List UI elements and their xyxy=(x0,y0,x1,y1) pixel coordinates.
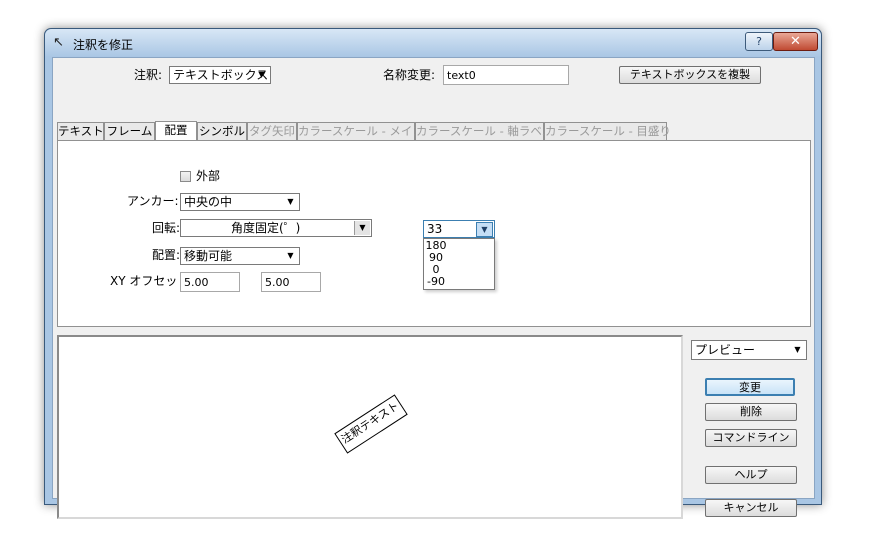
tab-text[interactable]: テキスト xyxy=(57,122,104,140)
rotation-angle-value: 33 xyxy=(427,222,443,236)
preview-mode-value: プレビュー xyxy=(695,343,756,357)
rotation-mode-select[interactable]: 角度固定(゜) ▼ xyxy=(180,219,372,237)
preview-annotation-textbox[interactable]: 注釈テキスト xyxy=(334,394,408,454)
tab-tag-arrow[interactable]: タグ矢印 xyxy=(247,122,297,140)
change-button[interactable]: 変更 xyxy=(705,378,795,396)
tab-placement[interactable]: 配置 xyxy=(155,121,197,141)
tab-colorscale-main[interactable]: カラースケール - メイン xyxy=(297,122,424,140)
tab-colorscale-axis-label[interactable]: カラースケール - 軸ラベル xyxy=(415,122,553,140)
y-offset-input[interactable]: 5.00 xyxy=(261,272,321,292)
placement-tab-panel: 外部 アンカー: 中央の中 ▼ 回転: 角度固定(゜) ▼ 33 ▼ 180 9… xyxy=(57,140,811,327)
anchor-select-value: 中央の中 xyxy=(184,195,233,209)
anchor-select[interactable]: 中央の中 ▼ xyxy=(180,193,300,211)
help-button[interactable]: ヘルプ xyxy=(705,466,797,484)
anchor-label: アンカー: xyxy=(127,194,179,208)
duplicate-textbox-button[interactable]: テキストボックスを複製 xyxy=(619,66,761,84)
chevron-down-icon: ▼ xyxy=(287,197,294,206)
preview-annotation-text: 注釈テキスト xyxy=(339,399,402,447)
chevron-down-icon: ▼ xyxy=(354,221,370,235)
position-label: 配置: xyxy=(152,248,181,262)
y-offset-value: 5.00 xyxy=(265,276,290,289)
help-title-button[interactable]: ? xyxy=(745,32,773,51)
annotation-arrow-icon: ↖ xyxy=(53,35,64,50)
tab-colorscale-ticks[interactable]: カラースケール - 目盛り xyxy=(544,122,671,140)
preview-mode-select[interactable]: プレビュー ▼ xyxy=(691,340,807,360)
x-offset-input[interactable]: 5.00 xyxy=(180,272,240,292)
cancel-button[interactable]: キャンセル xyxy=(705,499,797,517)
annotation-label: 注釈: xyxy=(134,68,163,82)
close-button[interactable]: ✕ xyxy=(773,32,818,51)
tab-frame[interactable]: フレーム xyxy=(104,122,155,140)
delete-button[interactable]: 削除 xyxy=(705,403,797,421)
tab-symbol[interactable]: シンボル xyxy=(197,122,247,140)
position-select-value: 移動可能 xyxy=(184,249,233,263)
rotation-option[interactable]: -90 xyxy=(401,276,471,288)
rename-input[interactable]: text0 xyxy=(443,65,569,85)
rename-input-value: text0 xyxy=(447,69,476,82)
command-line-button[interactable]: コマンドライン xyxy=(705,429,797,447)
title-bar[interactable]: ↖ 注釈を修正 ? ✕ xyxy=(45,29,821,57)
rotation-label: 回転: xyxy=(152,221,181,235)
rotation-angle-combo[interactable]: 33 ▼ xyxy=(423,220,495,238)
chevron-down-icon: ▼ xyxy=(794,345,801,354)
chevron-down-icon[interactable]: ▼ xyxy=(476,222,493,237)
preview-pane: 注釈テキスト xyxy=(57,335,683,519)
external-label: 外部 xyxy=(196,169,221,183)
external-checkbox[interactable] xyxy=(180,171,191,182)
dialog-client-area: 注釈: テキストボックス ▼ 名称変更: text0 テキストボックスを複製 テ… xyxy=(52,57,815,519)
chevron-down-icon: ▼ xyxy=(287,251,294,260)
modify-annotation-dialog: ↖ 注釈を修正 ? ✕ 注釈: テキストボックス ▼ 名称変更: text0 テ… xyxy=(44,28,822,519)
chevron-down-icon: ▼ xyxy=(258,70,265,79)
window-title: 注釈を修正 xyxy=(73,38,134,52)
annotation-select[interactable]: テキストボックス ▼ xyxy=(169,66,271,84)
rotation-angle-dropdown: 180 90 0 -90 xyxy=(423,238,495,290)
rename-label: 名称変更: xyxy=(383,68,436,82)
position-select[interactable]: 移動可能 ▼ xyxy=(180,247,300,265)
x-offset-value: 5.00 xyxy=(184,276,209,289)
rotation-mode-value: 角度固定(゜) xyxy=(231,221,301,235)
